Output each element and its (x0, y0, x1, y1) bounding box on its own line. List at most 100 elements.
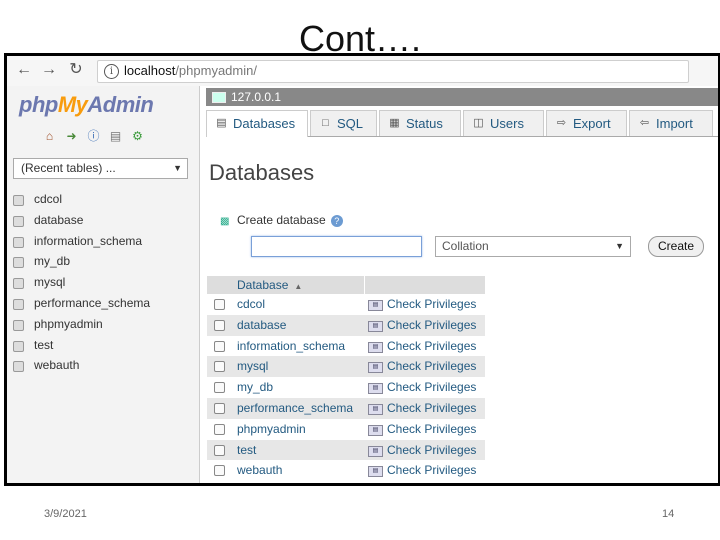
table-row: my_db ▤ Check Privileges (207, 377, 485, 398)
check-privileges-link[interactable]: Check Privileges (387, 398, 476, 418)
forward-arrow-icon[interactable]: → (38, 60, 60, 80)
table-row: test ▤ Check Privileges (207, 439, 485, 461)
quick-icons: ⌂ ➜ ⓘ ▤ ⚙ (43, 130, 153, 146)
table-row: performance_schema ▤ Check Privileges (207, 398, 485, 419)
privileges-icon: ▤ (368, 320, 383, 332)
tree-item-mysql[interactable]: mysql (11, 272, 197, 293)
database-icon (13, 215, 24, 227)
tree-item-label: mysql (34, 275, 66, 290)
tab-users[interactable]: ◫ Users (463, 110, 544, 136)
database-link[interactable]: webauth (237, 460, 282, 480)
phpmyadmin-logo[interactable]: phpMyAdmin (19, 92, 154, 118)
tree-item-performance-schema[interactable]: performance_schema (11, 293, 197, 314)
help-icon[interactable]: ? (330, 214, 343, 227)
row-checkbox[interactable] (214, 299, 225, 310)
create-database-heading: ▩ Create database? (220, 213, 343, 228)
database-icon (13, 319, 24, 331)
server-icon (212, 92, 226, 103)
sort-ascending-icon: ▲ (294, 282, 303, 291)
tree-item-database[interactable]: database (11, 210, 197, 231)
tab-export[interactable]: ⇨ Export (546, 110, 627, 136)
row-checkbox[interactable] (214, 340, 225, 352)
browser-toolbar: ← → ↻ i localhost/phpmyadmin/ (7, 56, 718, 87)
databases-icon: ▤ (216, 117, 227, 129)
check-privileges-link[interactable]: Check Privileges (387, 460, 476, 480)
slide-date: 3/9/2021 (44, 508, 87, 520)
collation-label: Collation (442, 239, 489, 253)
url-host: localhost (124, 63, 176, 78)
tree-item-phpmyadmin[interactable]: phpmyadmin (11, 314, 197, 335)
help-icon[interactable]: ⓘ (87, 130, 100, 143)
reload-icon[interactable]: ↻ (65, 60, 87, 80)
check-privileges-link[interactable]: Check Privileges (387, 315, 476, 335)
tree-item-label: information_schema (34, 233, 143, 248)
tree-item-test[interactable]: test (11, 335, 197, 356)
check-privileges-link[interactable]: Check Privileges (387, 419, 476, 439)
database-link[interactable]: information_schema (237, 336, 345, 356)
tree-item-my-db[interactable]: my_db (11, 251, 197, 272)
tree-item-information-schema[interactable]: information_schema (11, 231, 197, 252)
server-breadcrumb[interactable]: 127.0.0.1 (206, 88, 718, 106)
table-row: phpmyadmin ▤ Check Privileges (207, 418, 485, 440)
tab-sql[interactable]: □ SQL (310, 110, 377, 136)
row-checkbox[interactable] (214, 444, 225, 456)
logout-icon[interactable]: ➜ (65, 130, 78, 143)
check-privileges-link[interactable]: Check Privileges (387, 440, 476, 460)
database-link[interactable]: mysql (237, 356, 268, 376)
row-checkbox[interactable] (214, 361, 225, 373)
tab-databases[interactable]: ▤ Databases (206, 110, 308, 137)
recent-tables-label: (Recent tables) ... (21, 161, 116, 175)
dropdown-arrow-icon: ▼ (615, 241, 624, 251)
address-bar[interactable]: i localhost/phpmyadmin/ (97, 60, 689, 83)
check-privileges-link[interactable]: Check Privileges (387, 377, 476, 397)
row-checkbox[interactable] (214, 403, 225, 414)
tab-status[interactable]: ▦ Status (379, 110, 461, 136)
settings-reload-icon[interactable]: ⚙ (131, 130, 144, 143)
row-checkbox[interactable] (214, 319, 225, 331)
database-link[interactable]: cdcol (237, 294, 265, 314)
database-icon (13, 298, 24, 310)
database-name-input-wrap (251, 236, 422, 257)
privileges-icon: ▤ (368, 341, 383, 353)
info-icon[interactable]: i (104, 64, 119, 79)
collation-select[interactable]: Collation ▼ (435, 236, 631, 257)
database-link[interactable]: performance_schema (237, 398, 353, 418)
tree-item-label: cdcol (34, 192, 63, 206)
url-path: /phpmyadmin/ (175, 63, 257, 78)
docs-icon[interactable]: ▤ (109, 130, 122, 143)
create-database-icon: ▩ (220, 216, 230, 227)
tree-item-label: webauth (34, 358, 80, 373)
export-icon: ⇨ (556, 117, 567, 129)
home-icon[interactable]: ⌂ (43, 130, 56, 143)
status-icon: ▦ (389, 117, 400, 129)
database-icon (13, 257, 24, 269)
create-button[interactable]: Create (648, 236, 704, 257)
recent-tables-select[interactable]: (Recent tables) ... ▼ (13, 158, 188, 179)
database-link[interactable]: phpmyadmin (237, 419, 306, 439)
check-privileges-link[interactable]: Check Privileges (387, 294, 476, 314)
tree-item-webauth[interactable]: webauth (11, 355, 197, 376)
database-link[interactable]: my_db (237, 377, 273, 397)
table-row: information_schema ▤ Check Privileges (207, 335, 485, 357)
slide-page-number: 14 (662, 508, 675, 520)
row-checkbox[interactable] (214, 465, 225, 477)
row-checkbox[interactable] (214, 382, 225, 394)
table-header: Database ▲ (207, 276, 485, 294)
tab-label: SQL (337, 116, 364, 131)
row-checkbox[interactable] (214, 423, 225, 435)
database-name-input[interactable] (255, 238, 419, 257)
tree-item-label: my_db (34, 254, 71, 269)
import-icon: ⇦ (639, 117, 650, 129)
tab-import[interactable]: ⇦ Import (629, 110, 713, 136)
tab-label: Import (656, 116, 693, 131)
check-privileges-link[interactable]: Check Privileges (387, 336, 476, 356)
check-privileges-link[interactable]: Check Privileges (387, 356, 476, 376)
database-link[interactable]: database (237, 315, 286, 335)
dropdown-arrow-icon: ▼ (173, 163, 182, 173)
database-column-header[interactable]: Database ▲ (237, 276, 302, 296)
table-row: cdcol ▤ Check Privileges (207, 294, 485, 315)
back-arrow-icon[interactable]: ← (13, 60, 35, 80)
tree-item-cdcol[interactable]: cdcol (11, 189, 197, 210)
database-link[interactable]: test (237, 440, 256, 460)
database-icon (13, 361, 24, 373)
